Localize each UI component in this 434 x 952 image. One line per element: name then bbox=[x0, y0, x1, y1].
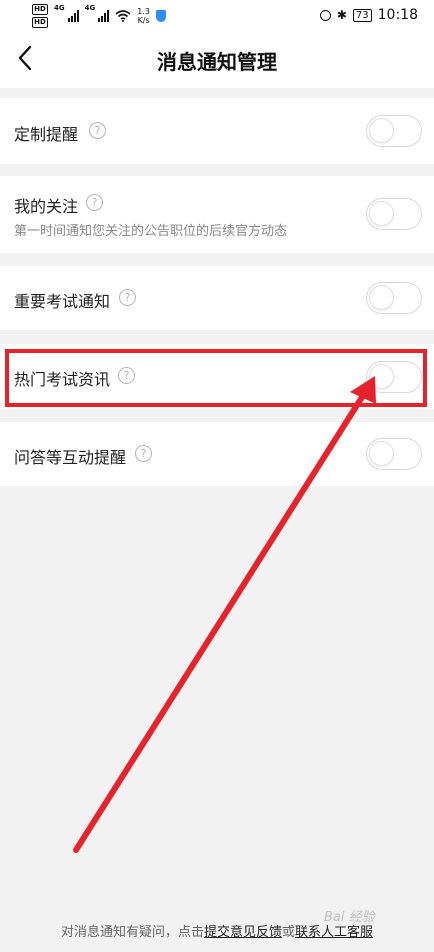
annotation-arrow-icon bbox=[73, 376, 376, 853]
feedback-link[interactable]: 提交意见反馈 bbox=[204, 925, 282, 940]
watermark-logo: Bai 经验 bbox=[324, 910, 375, 925]
footer-prefix: 对消息通知有疑问，点击 bbox=[60, 925, 204, 940]
customer-service-link[interactable]: 联系人工客服 bbox=[295, 925, 373, 940]
footer-middle: 或 bbox=[282, 925, 296, 940]
